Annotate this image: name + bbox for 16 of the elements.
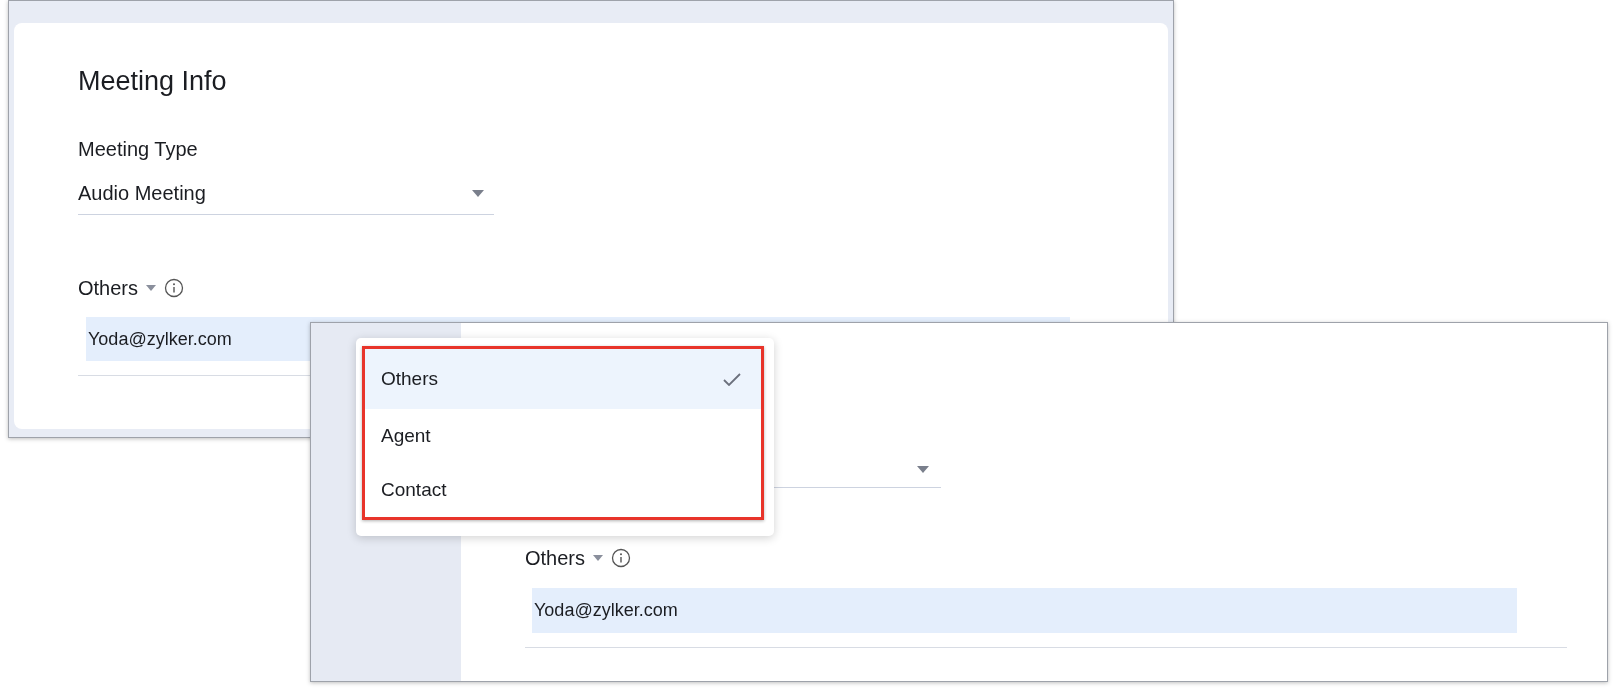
caret-icon xyxy=(472,190,484,197)
dropdown-option[interactable]: Contact xyxy=(365,463,761,517)
caret-icon xyxy=(146,285,157,291)
checkmark-icon xyxy=(723,372,741,386)
caret-icon xyxy=(917,466,929,473)
info-icon[interactable] xyxy=(164,278,185,298)
dropdown-option[interactable]: Others xyxy=(365,349,761,409)
email-field[interactable]: Yoda@zylker.com xyxy=(532,588,1517,633)
section-title: Meeting Info xyxy=(78,65,228,98)
field-label: Meeting Type xyxy=(78,137,199,161)
dropdown-option[interactable]: Agent xyxy=(365,409,761,463)
caret-icon xyxy=(593,555,604,561)
recipient-type-dropdown[interactable]: Others xyxy=(78,276,139,300)
meeting-type-select[interactable]: Audio Meeting xyxy=(78,173,494,215)
recipient-type-dropdown[interactable]: Others xyxy=(525,546,586,570)
info-icon[interactable] xyxy=(611,548,632,568)
